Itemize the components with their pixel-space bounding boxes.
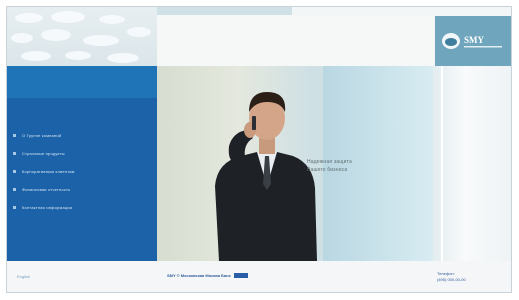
bullet-icon [13, 133, 16, 137]
menu-item-corporate[interactable]: Корпоративным клиентам [7, 162, 157, 180]
logo-text: SMY [464, 35, 485, 45]
hero-tagline: Надежная защита Вашего бизнеса [307, 158, 427, 174]
header-accent-bar [157, 7, 292, 15]
menu-item-label: Страховые продукты [22, 150, 65, 156]
bullet-icon [13, 151, 16, 155]
page-frame: SMY О Группе компаний Страховые продукты… [6, 6, 512, 293]
right-decorative-column [433, 66, 511, 261]
menu-item-label: Финансовая отчетность [22, 186, 71, 192]
bullet-icon [13, 169, 16, 173]
footer: English SMY © Московская Москва Банк Тел… [7, 261, 511, 292]
right-column-stripe [441, 66, 443, 261]
bullet-icon [13, 205, 16, 209]
menu-header-band [7, 66, 157, 98]
decorative-header-tile [7, 7, 157, 66]
bullet-icon [13, 187, 16, 191]
language-link[interactable]: English [17, 274, 30, 279]
hero-image: Надежная защита Вашего бизнеса [157, 66, 433, 261]
partner-badge-icon[interactable] [233, 273, 248, 279]
menu-item-about[interactable]: О Группе компаний [7, 126, 157, 144]
contact-phone-number: (495) 000-00-00 [437, 277, 466, 282]
main-menu: О Группе компаний Страховые продукты Кор… [7, 98, 157, 261]
hero-tagline-line-1: Надежная защита [307, 159, 353, 165]
menu-item-label: О Группе компаний [22, 132, 62, 138]
menu-item-reports[interactable]: Финансовая отчетность [7, 180, 157, 198]
copyright-label: SMY © Московская Москва Банк [167, 273, 231, 278]
menu-item-contacts[interactable]: Контактная информация [7, 198, 157, 216]
menu-item-products[interactable]: Страховые продукты [7, 144, 157, 162]
menu-item-label: Контактная информация [22, 204, 73, 210]
hero-tagline-line-2: Вашего бизнеса [307, 167, 348, 173]
logo-emblem-icon: SMY [442, 33, 502, 49]
logo[interactable]: SMY [435, 16, 511, 66]
header-blank [157, 15, 433, 66]
contact-phone[interactable]: Телефон: (495) 000-00-00 [437, 271, 466, 283]
menu-item-label: Корпоративным клиентам [22, 168, 75, 174]
copyright-text: SMY © Московская Москва Банк [167, 273, 248, 279]
